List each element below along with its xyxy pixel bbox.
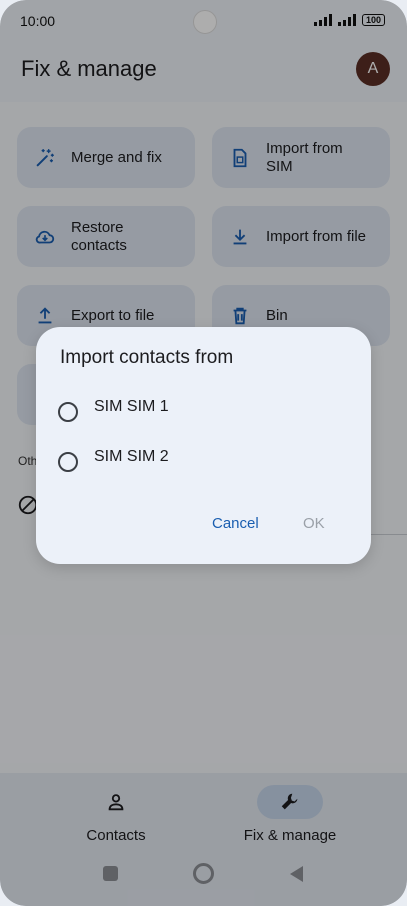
option-label: SIM SIM 1 [94,398,169,415]
radio-button[interactable] [58,402,78,422]
option-sim-1[interactable]: SIM SIM 1 [58,392,348,432]
option-label: SIM SIM 2 [94,448,169,465]
cancel-button[interactable]: Cancel [212,515,259,532]
dialog-title: Import contacts from [60,347,234,368]
radio-button[interactable] [58,452,78,472]
option-sim-2[interactable]: SIM SIM 2 [58,442,348,482]
ok-button[interactable]: OK [303,515,325,532]
import-contacts-dialog: Import contacts from SIM SIM 1 SIM SIM 2… [36,327,371,564]
screen: 10:00 100 Fix & manage A Merge and fix I… [0,0,407,906]
